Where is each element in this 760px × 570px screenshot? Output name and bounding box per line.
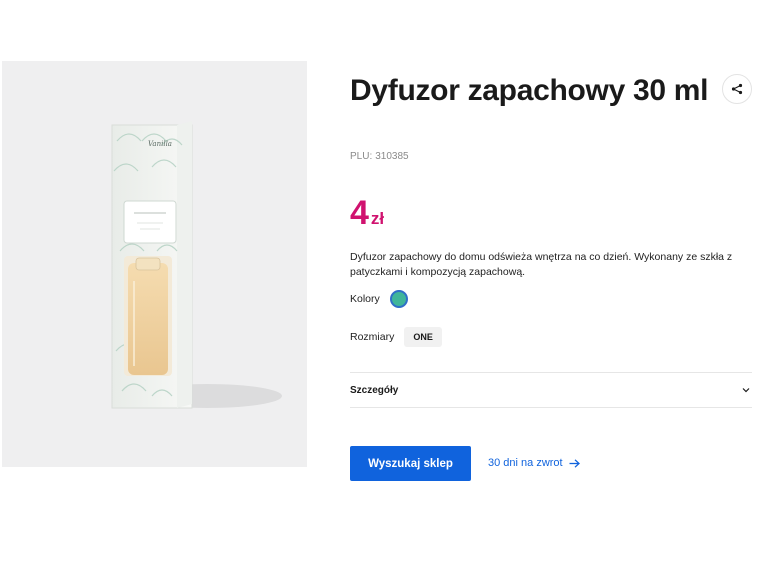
product-photo: Vanilla: [111, 121, 282, 409]
colors-label: Kolory: [350, 293, 380, 305]
product-title: Dyfuzor zapachowy 30 ml: [350, 74, 709, 107]
size-option-one[interactable]: ONE: [404, 327, 442, 347]
color-selector: Kolory: [350, 290, 408, 308]
chevron-down-icon: [742, 388, 750, 393]
size-selector: Rozmiary ONE: [350, 327, 442, 347]
product-info: Dyfuzor zapachowy 30 ml: [350, 72, 752, 110]
details-accordion[interactable]: Szczegóły: [350, 372, 752, 408]
returns-link-label: 30 dni na zwrot: [488, 457, 563, 469]
find-store-button[interactable]: Wyszukaj sklep: [350, 446, 471, 481]
share-icon: [731, 83, 743, 95]
product-price: 4 zł: [350, 196, 384, 230]
box-label-text: Vanilla: [148, 140, 172, 148]
share-button[interactable]: [722, 74, 752, 104]
details-label: Szczegóły: [350, 384, 399, 396]
plu-label: PLU:: [350, 151, 373, 162]
plu-value: 310385: [375, 151, 409, 162]
arrow-right-icon: [569, 458, 580, 468]
product-image[interactable]: Vanilla: [2, 61, 307, 467]
product-plu: PLU: 310385: [350, 151, 412, 162]
price-currency: zł: [370, 209, 385, 228]
returns-link[interactable]: 30 dni na zwrot: [488, 457, 580, 469]
price-value: 4: [350, 194, 369, 232]
color-swatch-selected[interactable]: [389, 290, 408, 308]
product-description: Dyfuzor zapachowy do domu odświeża wnętr…: [350, 251, 733, 278]
sizes-label: Rozmiary: [350, 331, 395, 343]
